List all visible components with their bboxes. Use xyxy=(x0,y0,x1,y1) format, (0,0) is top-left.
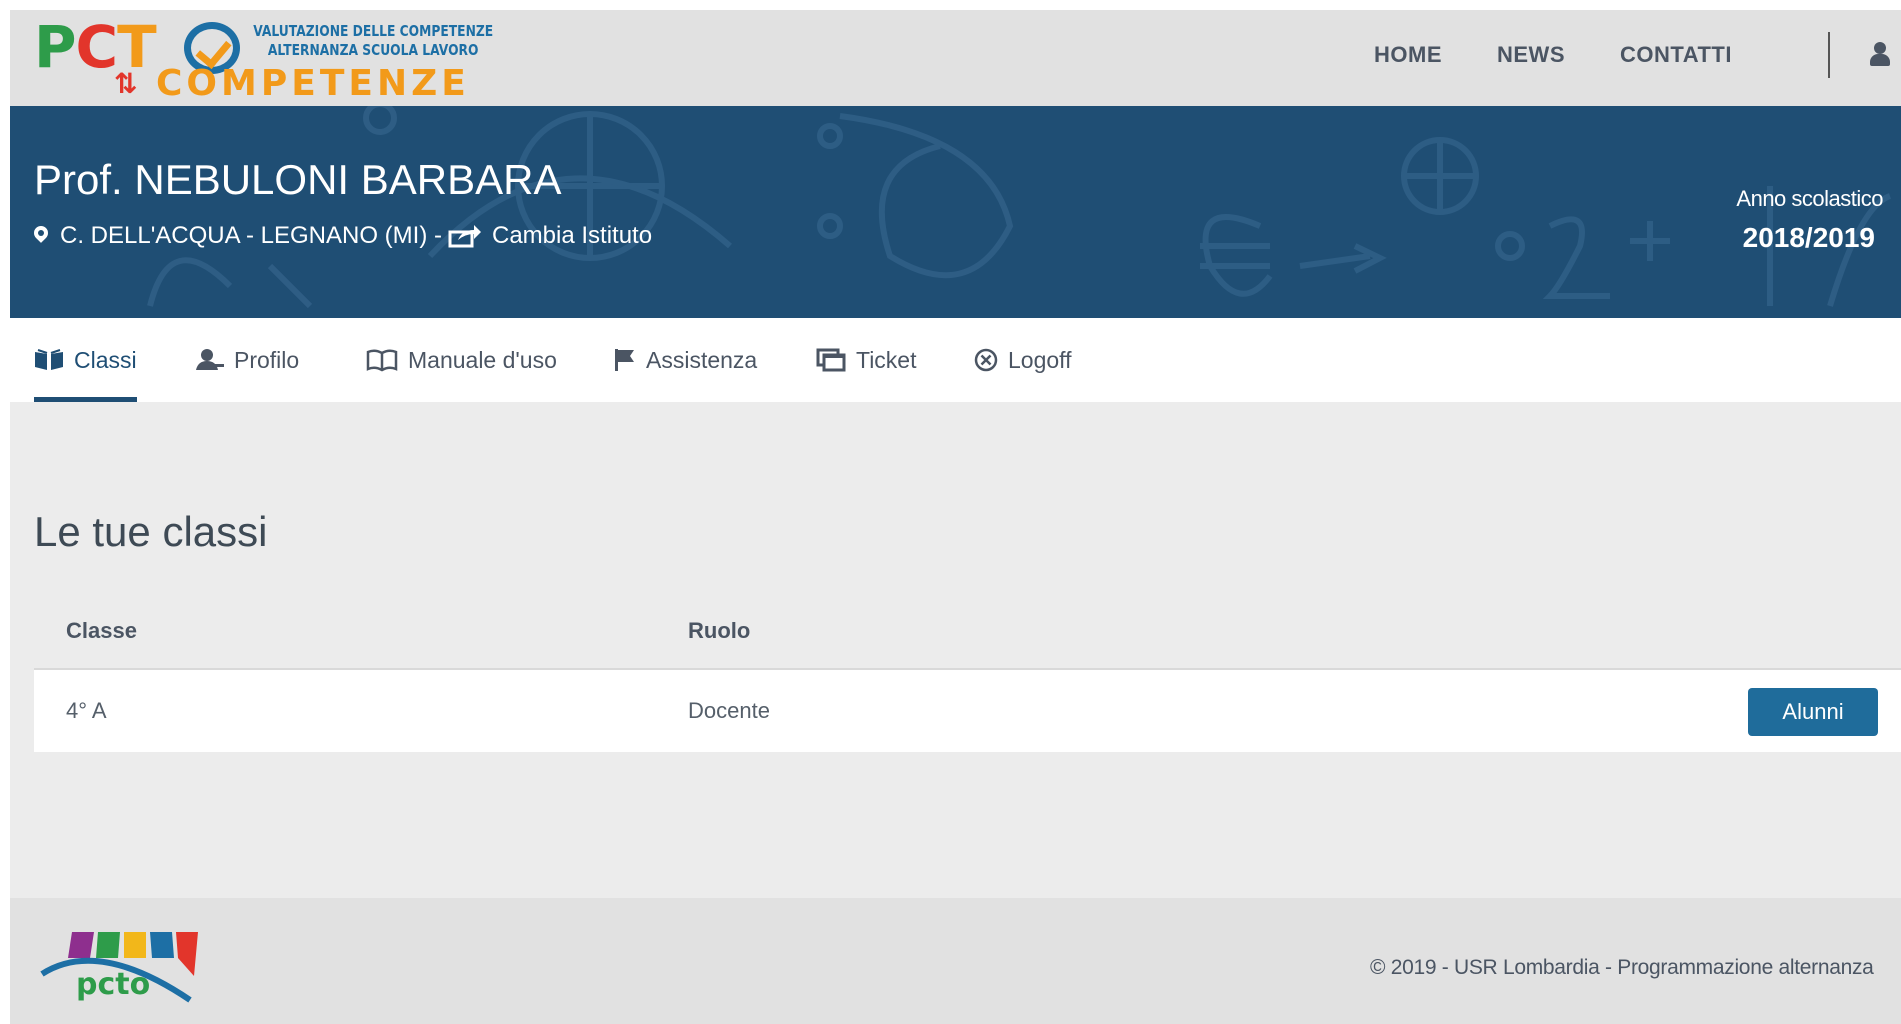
teacher-name: Prof. NEBULONI BARBARA xyxy=(34,156,562,203)
cell-classe: 4° A xyxy=(66,698,107,723)
share-icon[interactable] xyxy=(448,224,482,248)
school-name: C. DELL'ACQUA - LEGNANO (MI) - xyxy=(60,222,442,249)
top-bar: PCT VALUTAZIONE DELLE COMPETENZE ALTERNA… xyxy=(10,10,1901,106)
pcto-competenze-logo[interactable]: PCT VALUTAZIONE DELLE COMPETENZE ALTERNA… xyxy=(34,13,514,102)
logo-pct-letters: PCT xyxy=(34,13,157,81)
change-institute-link[interactable]: Cambia Istituto xyxy=(492,222,652,250)
column-header-ruolo: Ruolo xyxy=(688,618,751,643)
tab-logoff-label: Logoff xyxy=(1008,346,1072,373)
alunni-button[interactable]: Alunni xyxy=(1748,688,1878,736)
tab-profilo-label: Profilo xyxy=(234,346,300,373)
nav-contatti-link[interactable]: CONTATTI xyxy=(1620,42,1732,68)
tab-manuale[interactable]: Manuale d'uso xyxy=(366,318,557,402)
tab-assistenza[interactable]: Assistenza xyxy=(614,318,757,402)
tab-manuale-label: Manuale d'uso xyxy=(408,346,557,373)
nav-divider xyxy=(1828,32,1830,78)
logo-wordmark: COMPETENZE xyxy=(156,63,470,104)
classes-table: Classe Ruolo 4° A Docente Alunni xyxy=(34,596,1901,752)
tab-profilo[interactable]: Profilo xyxy=(196,318,299,402)
tab-ticket-label: Ticket xyxy=(856,346,917,373)
logo-arrows-icon: ⇅ xyxy=(114,68,138,99)
tab-classi[interactable]: Classi xyxy=(34,318,137,402)
math-doodles-background xyxy=(147,106,1892,309)
tab-logoff[interactable]: Logoff xyxy=(974,318,1072,402)
school-year-label: Anno scolastico xyxy=(1736,186,1883,211)
windows-icon xyxy=(816,348,846,372)
map-pin-icon xyxy=(34,226,48,246)
pcto-footer-logo: pcto xyxy=(40,932,198,1003)
copyright-text: © 2019 - USR Lombardia - Programmazione … xyxy=(1370,956,1874,979)
school-line: C. DELL'ACQUA - LEGNANO (MI) - Cambia Is… xyxy=(34,222,652,250)
section-tabs: Classi Profilo Manuale d'uso Assistenza xyxy=(10,318,1901,402)
tab-ticket[interactable]: Ticket xyxy=(816,318,917,402)
logo-tagline: VALUTAZIONE DELLE COMPETENZE ALTERNANZA … xyxy=(253,22,494,59)
footer: pcto © 2019 - USR Lombardia - Programmaz… xyxy=(10,898,1901,1024)
table-header: Classe Ruolo xyxy=(34,596,1901,670)
page-title: Le tue classi xyxy=(34,508,268,555)
nav-home-link[interactable]: HOME xyxy=(1374,42,1442,68)
app-frame: PCT VALUTAZIONE DELLE COMPETENZE ALTERNA… xyxy=(10,10,1901,1024)
user-icon xyxy=(196,349,224,370)
svg-text:pcto: pcto xyxy=(76,967,150,1002)
tab-classi-label: Classi xyxy=(74,346,137,373)
circle-x-icon xyxy=(974,348,998,372)
school-year-value: 2018/2019 xyxy=(1742,222,1875,253)
nav-news-link[interactable]: NEWS xyxy=(1497,42,1565,68)
teacher-banner: Prof. NEBULONI BARBARA C. DELL'ACQUA - L… xyxy=(10,106,1901,318)
open-book-icon xyxy=(35,349,63,370)
flag-icon xyxy=(615,349,634,371)
cell-ruolo: Docente xyxy=(688,698,770,723)
tab-assistenza-label: Assistenza xyxy=(646,346,758,373)
column-header-classe: Classe xyxy=(66,618,137,643)
book-icon xyxy=(366,349,398,372)
top-navigation: HOME NEWS CONTATTI xyxy=(1374,42,1787,68)
table-row: 4° A Docente Alunni xyxy=(34,670,1901,752)
user-icon[interactable] xyxy=(1868,40,1892,70)
